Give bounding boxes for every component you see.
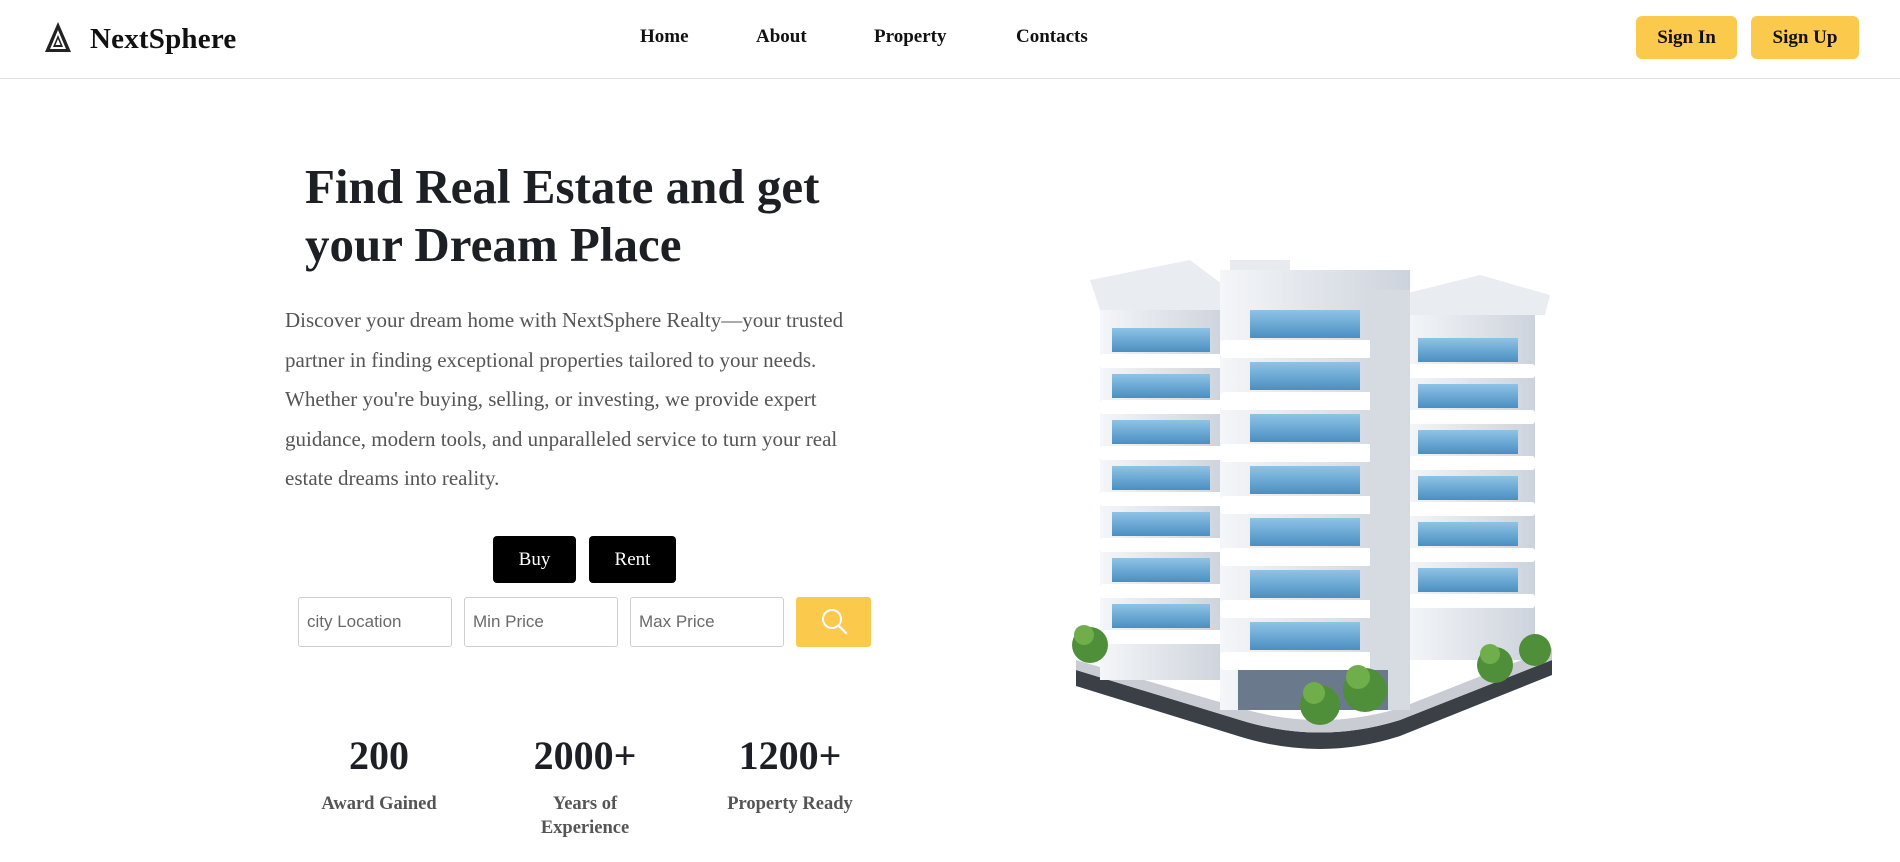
stat-label: Property Ready <box>727 794 853 814</box>
hero-title-line-1: Find Real Estate and get <box>305 159 820 214</box>
sign-in-button[interactable]: Sign In <box>1636 16 1737 59</box>
hero-title-line-2: your Dream Place <box>305 217 682 272</box>
rent-toggle-button[interactable]: Rent <box>589 536 676 583</box>
stat-label: Years of Experience <box>540 794 630 838</box>
max-price-input[interactable] <box>630 597 784 647</box>
sign-up-button[interactable]: Sign Up <box>1751 16 1859 59</box>
nav-about[interactable]: About <box>756 26 807 48</box>
stat-awards: 200 Award Gained <box>294 732 464 816</box>
nav-home[interactable]: Home <box>640 26 689 48</box>
main-nav: Home About Property Contacts <box>0 26 1900 50</box>
search-button[interactable] <box>796 597 871 647</box>
site-header: NextSphere Home About Property Contacts … <box>0 0 1900 79</box>
buy-toggle-button[interactable]: Buy <box>493 536 576 583</box>
nav-property[interactable]: Property <box>874 26 946 48</box>
stat-property: 1200+ Property Ready <box>705 732 875 816</box>
stat-value: 2000+ <box>533 733 637 778</box>
hero-title: Find Real Estate and get your Dream Plac… <box>305 158 905 274</box>
min-price-input[interactable] <box>464 597 618 647</box>
stat-label: Award Gained <box>321 794 437 814</box>
search-icon <box>820 607 848 638</box>
stat-value: 1200+ <box>738 733 842 778</box>
stat-value: 200 <box>349 733 409 778</box>
stat-experience: 2000+ Years of Experience <box>500 732 670 840</box>
building-illustration <box>1070 250 1560 760</box>
hero-description: Discover your dream home with NextSphere… <box>285 308 844 490</box>
city-location-input[interactable] <box>298 597 452 647</box>
nav-contacts[interactable]: Contacts <box>1016 26 1088 48</box>
